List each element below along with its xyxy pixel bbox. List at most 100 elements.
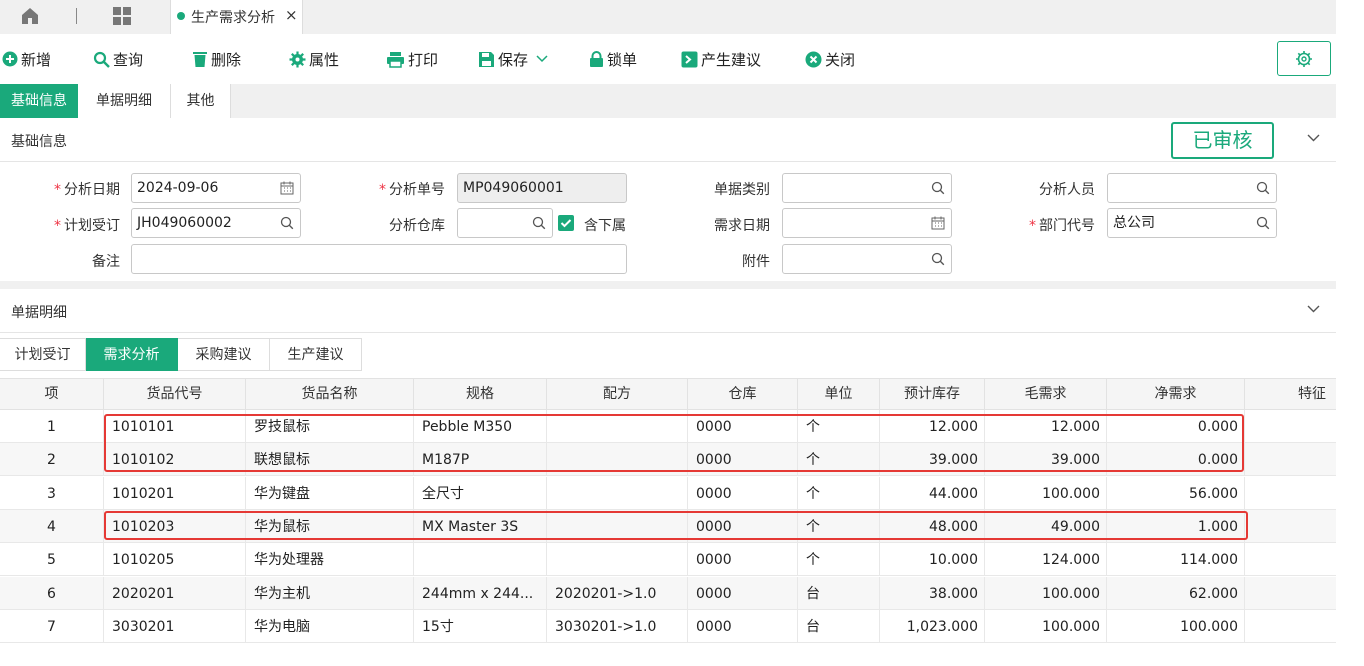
- cell-warehouse[interactable]: 0000: [688, 410, 798, 443]
- col-est-stock[interactable]: 预计库存: [880, 379, 985, 411]
- cell-formula[interactable]: 2020201->1.0: [547, 576, 688, 610]
- cell-gross-demand[interactable]: 12.000: [985, 410, 1107, 443]
- chevron-down-icon[interactable]: [1307, 134, 1320, 142]
- cell-gross-demand[interactable]: 39.000: [985, 443, 1107, 477]
- cell-formula[interactable]: [547, 543, 688, 577]
- cell-gross-demand[interactable]: 100.000: [985, 576, 1107, 610]
- cell-code[interactable]: 1010102: [104, 443, 246, 477]
- cell-net-demand[interactable]: 0.000: [1107, 443, 1245, 477]
- attachment-field[interactable]: [782, 244, 952, 274]
- cell-feature[interactable]: [1245, 577, 1336, 610]
- col-item[interactable]: 项: [0, 379, 104, 411]
- cell-item[interactable]: 2: [0, 443, 104, 477]
- cell-name[interactable]: 华为主机: [246, 576, 414, 610]
- cell-name[interactable]: 华为处理器: [246, 543, 414, 577]
- cell-warehouse[interactable]: 0000: [688, 543, 798, 577]
- cell-name[interactable]: 联想鼠标: [246, 443, 414, 477]
- cell-item[interactable]: 4: [0, 509, 104, 543]
- cell-unit[interactable]: 个: [798, 476, 880, 510]
- tab-purchase-suggestion[interactable]: 采购建议: [178, 338, 270, 371]
- cell-formula[interactable]: [547, 509, 688, 543]
- cell-gross-demand[interactable]: 49.000: [985, 509, 1107, 543]
- cell-feature[interactable]: [1245, 443, 1336, 476]
- cell-code[interactable]: 1010201: [104, 476, 246, 510]
- cell-warehouse[interactable]: 0000: [688, 609, 798, 643]
- cell-formula[interactable]: [547, 476, 688, 510]
- cell-unit[interactable]: 个: [798, 543, 880, 577]
- cell-code[interactable]: 1010101: [104, 410, 246, 443]
- col-name[interactable]: 货品名称: [246, 379, 414, 411]
- cell-warehouse[interactable]: 0000: [688, 576, 798, 610]
- cell-unit[interactable]: 台: [798, 576, 880, 610]
- col-warehouse[interactable]: 仓库: [688, 379, 798, 411]
- dept-code-field[interactable]: 总公司: [1107, 208, 1277, 238]
- detail-header[interactable]: 单据明细: [0, 289, 1336, 333]
- cell-unit[interactable]: 个: [798, 443, 880, 477]
- calendar-icon[interactable]: [931, 216, 945, 230]
- cell-est-stock[interactable]: 44.000: [880, 476, 985, 510]
- cell-name[interactable]: 华为电脑: [246, 609, 414, 643]
- tab-production-demand[interactable]: 生产需求分析 ×: [170, 0, 303, 34]
- cell-gross-demand[interactable]: 124.000: [985, 543, 1107, 577]
- cell-spec[interactable]: 244mm x 244...: [414, 576, 547, 610]
- tab-other[interactable]: 其他: [170, 84, 231, 118]
- table-row[interactable]: 6 2020201 华为主机 244mm x 244... 2020201->1.0 00…: [0, 576, 1336, 610]
- cell-feature[interactable]: [1245, 610, 1336, 643]
- cell-est-stock[interactable]: 12.000: [880, 410, 985, 443]
- cell-unit[interactable]: 台: [798, 609, 880, 643]
- cell-feature[interactable]: [1245, 510, 1336, 543]
- grid-icon[interactable]: [112, 6, 132, 26]
- cell-spec[interactable]: 15寸: [414, 609, 547, 643]
- cell-net-demand[interactable]: 1.000: [1107, 509, 1245, 543]
- cell-net-demand[interactable]: 114.000: [1107, 543, 1245, 577]
- cell-item[interactable]: 7: [0, 609, 104, 643]
- tab-basic-info[interactable]: 基础信息: [0, 84, 78, 118]
- table-row[interactable]: 2 1010102 联想鼠标 M187P 0000 个 39.000 39.000 0.000: [0, 443, 1336, 477]
- col-gross-demand[interactable]: 毛需求: [985, 379, 1107, 411]
- table-row[interactable]: 3 1010201 华为键盘 全尺寸 0000 个 44.000 100.000 56.000: [0, 476, 1336, 510]
- search-icon[interactable]: [1256, 181, 1270, 195]
- cell-est-stock[interactable]: 38.000: [880, 576, 985, 610]
- demand-date-field[interactable]: [782, 208, 952, 238]
- cell-code[interactable]: 2020201: [104, 576, 246, 610]
- search-icon[interactable]: [280, 216, 294, 230]
- table-row[interactable]: 1 1010101 罗技鼠标 Pebble M350 0000 个 12.000 12.000…: [0, 410, 1336, 443]
- home-icon[interactable]: [20, 6, 40, 26]
- cell-code[interactable]: 3030201: [104, 609, 246, 643]
- cell-unit[interactable]: 个: [798, 410, 880, 443]
- cell-spec[interactable]: [414, 543, 547, 577]
- cell-est-stock[interactable]: 1,023.000: [880, 609, 985, 643]
- plan-order-field[interactable]: JH049060002: [131, 208, 301, 238]
- lock-button[interactable]: 锁单: [589, 48, 637, 70]
- cell-net-demand[interactable]: 62.000: [1107, 576, 1245, 610]
- cell-name[interactable]: 华为鼠标: [246, 509, 414, 543]
- table-row[interactable]: 7 3030201 华为电脑 15寸 3030201->1.0 0000 台 1,023.00…: [0, 609, 1336, 643]
- cell-warehouse[interactable]: 0000: [688, 476, 798, 510]
- col-formula[interactable]: 配方: [547, 379, 688, 411]
- cell-code[interactable]: 1010205: [104, 543, 246, 577]
- settings-button[interactable]: [1277, 41, 1331, 76]
- delete-button[interactable]: 删除: [192, 48, 241, 70]
- tab-production-suggestion[interactable]: 生产建议: [270, 338, 362, 371]
- table-row[interactable]: 4 1010203 华为鼠标 MX Master 3S 0000 个 48.000 49.00…: [0, 509, 1336, 543]
- query-button[interactable]: 查询: [93, 48, 143, 70]
- cell-formula[interactable]: [547, 443, 688, 477]
- analyst-field[interactable]: [1107, 173, 1277, 203]
- cell-warehouse[interactable]: 0000: [688, 509, 798, 543]
- cell-formula[interactable]: [547, 410, 688, 443]
- cell-item[interactable]: 5: [0, 543, 104, 577]
- tab-plan-order[interactable]: 计划受订: [0, 338, 86, 371]
- generate-suggestion-button[interactable]: 产生建议: [681, 48, 761, 70]
- include-subordinates-checkbox[interactable]: [558, 215, 574, 231]
- col-spec[interactable]: 规格: [414, 379, 547, 411]
- cell-net-demand[interactable]: 100.000: [1107, 609, 1245, 643]
- basic-info-header[interactable]: 基础信息: [0, 118, 1336, 162]
- cell-item[interactable]: 6: [0, 576, 104, 610]
- cell-feature[interactable]: [1245, 477, 1336, 510]
- cell-feature[interactable]: [1245, 410, 1336, 443]
- cell-gross-demand[interactable]: 100.000: [985, 476, 1107, 510]
- warehouse-field[interactable]: [457, 208, 553, 238]
- cell-spec[interactable]: M187P: [414, 443, 547, 477]
- search-icon[interactable]: [1256, 216, 1270, 230]
- cell-est-stock[interactable]: 39.000: [880, 443, 985, 477]
